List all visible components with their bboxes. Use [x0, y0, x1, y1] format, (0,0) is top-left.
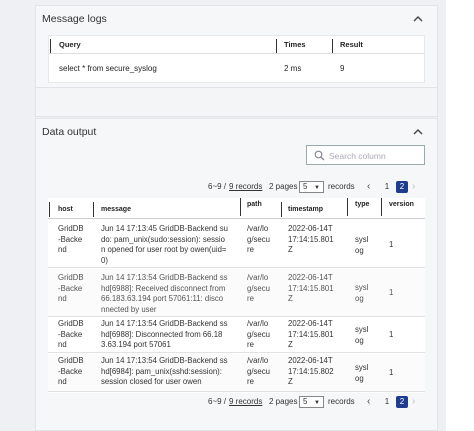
- column-divider[interactable]: [281, 202, 282, 217]
- type-cell: sysl og: [355, 325, 369, 345]
- column-header-message[interactable]: message: [101, 206, 131, 213]
- column-header-result: Result: [340, 40, 363, 49]
- page-size-select[interactable]: 5 ▼: [299, 181, 324, 193]
- previous-page-icon[interactable]: ‹: [367, 181, 370, 192]
- pagination-top: 6~9 / 9 records 2 pages 5 ▼ records ‹ 1 2…: [208, 181, 428, 195]
- page-size-select[interactable]: 5 ▼: [299, 396, 324, 408]
- page-size-value: 5: [303, 397, 308, 406]
- message-logs-footer-area: [35, 88, 438, 117]
- column-header-version[interactable]: version: [389, 201, 414, 208]
- table-row[interactable]: select * from secure_syslog 2 ms 9: [49, 57, 424, 81]
- page-button-1[interactable]: 1: [381, 396, 393, 408]
- page-size-value: 5: [303, 182, 308, 191]
- search-column-input[interactable]: [329, 148, 421, 163]
- message-cell: Jun 14 17:13:54 GridDB-Backend ss hd[698…: [101, 319, 228, 349]
- search-column-box[interactable]: [306, 145, 425, 165]
- record-range: 6~9 /: [208, 397, 227, 406]
- type-cell: sysl og: [355, 283, 369, 303]
- message-cell: Jun 14 17:13:54 GridDB-Backend ss hd[698…: [101, 273, 228, 314]
- records-link[interactable]: 9 records: [229, 182, 262, 191]
- path-cell: /var/lo g/secu re: [247, 224, 270, 254]
- records-link[interactable]: 9 records: [229, 397, 262, 406]
- table-row[interactable]: GridDB -Backe nd Jun 14 17:13:54 GridDB-…: [48, 354, 425, 392]
- page-button-2[interactable]: 2: [396, 181, 408, 193]
- message-logs-table: Query Times Result select * from secure_…: [48, 35, 425, 83]
- log-result-cell: 9: [340, 64, 345, 73]
- collapse-chevron-up-icon[interactable]: [413, 128, 423, 136]
- version-cell: 1: [389, 288, 394, 297]
- column-header-times: Times: [284, 40, 306, 49]
- version-cell: 1: [389, 330, 394, 339]
- data-output-panel: Data output 6~9 / 9 records 2 pages 5▼ r…: [35, 118, 438, 431]
- message-cell: Jun 14 17:13:45 GridDB-Backend su do: pa…: [101, 224, 228, 265]
- type-cell: sysl og: [355, 235, 369, 255]
- column-divider[interactable]: [381, 198, 382, 216]
- column-divider[interactable]: [276, 39, 277, 53]
- host-cell: GridDB -Backe nd: [58, 273, 84, 303]
- page-button-1[interactable]: 1: [381, 181, 393, 193]
- column-header-path[interactable]: path: [247, 201, 262, 208]
- records-label: records: [328, 182, 355, 191]
- host-cell: GridDB -Backe nd: [58, 356, 84, 386]
- table-row[interactable]: GridDB -Backe nd Jun 14 17:13:45 GridDB-…: [48, 220, 425, 268]
- chevron-down-icon: ▼: [314, 400, 320, 406]
- column-divider[interactable]: [50, 39, 51, 53]
- timestamp-cell: 2022-06-14T 17:14:15.801 Z: [288, 273, 334, 303]
- timestamp-cell: 2022-06-14T 17:14:15.801 Z: [288, 319, 334, 349]
- right-edge-panel: [446, 0, 474, 431]
- collapse-chevron-up-icon[interactable]: [413, 15, 423, 23]
- next-page-icon[interactable]: ›: [412, 396, 415, 407]
- pages-count: 2 pages: [269, 397, 298, 406]
- data-output-title: Data output: [42, 126, 97, 138]
- message-logs-panel: Message logs Query Times Result select *…: [35, 5, 438, 88]
- version-cell: 1: [389, 368, 394, 377]
- column-header-type[interactable]: type: [355, 201, 369, 208]
- column-header-host[interactable]: host: [58, 206, 73, 213]
- search-icon: [314, 150, 325, 161]
- version-cell: 1: [389, 240, 394, 249]
- pages-count: 2 pages: [269, 182, 298, 191]
- previous-page-icon[interactable]: ‹: [367, 396, 370, 407]
- type-cell: sysl og: [355, 363, 369, 383]
- record-range: 6~9 /: [208, 182, 227, 191]
- data-output-header: host message path timestamp type version: [48, 198, 425, 219]
- column-header-timestamp[interactable]: timestamp: [288, 206, 323, 213]
- log-times-cell: 2 ms: [284, 64, 302, 73]
- message-logs-header: Query Times Result: [49, 36, 424, 54]
- column-divider[interactable]: [49, 202, 50, 217]
- column-divider[interactable]: [93, 202, 94, 217]
- records-label: records: [328, 397, 355, 406]
- timestamp-cell: 2022-06-14T 17:14:15.801 Z: [288, 224, 334, 254]
- path-cell: /var/lo g/secu re: [247, 356, 270, 386]
- column-header-query: Query: [59, 40, 81, 49]
- page-button-2[interactable]: 2: [396, 396, 408, 408]
- column-divider[interactable]: [347, 198, 348, 216]
- column-divider[interactable]: [240, 198, 241, 216]
- host-cell: GridDB -Backe nd: [58, 224, 84, 254]
- chevron-down-icon: ▼: [314, 185, 320, 191]
- message-cell: Jun 14 17:13:54 GridDB-Backend ss hd[698…: [101, 356, 228, 386]
- path-cell: /var/lo g/secu re: [247, 273, 270, 303]
- timestamp-cell: 2022-06-14T 17:14:15.802 Z: [288, 356, 334, 386]
- path-cell: /var/lo g/secu re: [247, 319, 270, 349]
- pagination-bottom: 6~9 / 9 records 2 pages 5 ▼ records ‹ 1 2…: [208, 396, 428, 410]
- next-page-icon[interactable]: ›: [412, 181, 415, 192]
- log-query-cell: select * from secure_syslog: [59, 64, 157, 73]
- column-divider[interactable]: [332, 39, 333, 53]
- data-output-table: host message path timestamp type version…: [48, 198, 425, 393]
- host-cell: GridDB -Backe nd: [58, 319, 84, 349]
- message-logs-title: Message logs: [42, 13, 107, 25]
- table-row[interactable]: GridDB -Backe nd Jun 14 17:13:54 GridDB-…: [48, 318, 425, 353]
- table-row[interactable]: GridDB -Backe nd Jun 14 17:13:54 GridDB-…: [48, 269, 425, 317]
